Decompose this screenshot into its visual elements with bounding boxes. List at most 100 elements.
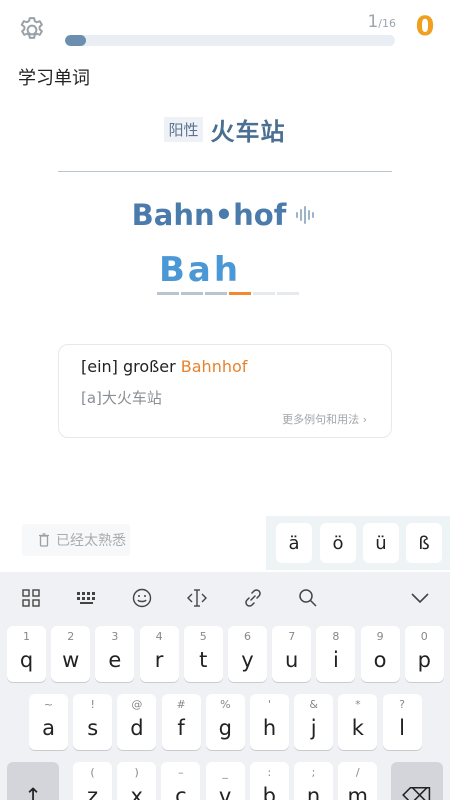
key-label: j	[310, 716, 317, 740]
progress-bar	[65, 35, 395, 46]
shift-key-label: ↑	[24, 784, 42, 800]
key-label: m	[347, 784, 368, 800]
word-meaning-row: 阳性 火车站	[0, 112, 450, 147]
key-hint: !	[90, 698, 95, 711]
key-g[interactable]: % g	[205, 694, 245, 750]
key-x[interactable]: ) x	[117, 762, 157, 800]
eszett-key[interactable]: ß	[406, 523, 442, 563]
key-hint: )	[134, 766, 139, 779]
key-w[interactable]: 2w	[51, 626, 91, 682]
example-translation: [a]大火车站	[81, 389, 162, 407]
key-r[interactable]: 4r	[139, 626, 179, 682]
key-j[interactable]: & j	[294, 694, 334, 750]
key-a[interactable]: ~ a	[29, 694, 68, 750]
umlaut-key-o[interactable]: ö	[320, 523, 356, 563]
key-i[interactable]: 8i	[316, 626, 356, 682]
trash-icon	[39, 533, 49, 547]
key-s[interactable]: ! s	[73, 694, 113, 750]
key-hint: (	[90, 766, 95, 779]
key-v[interactable]: _ v	[205, 762, 245, 800]
key-hint: 9	[376, 630, 384, 643]
divider	[58, 171, 392, 172]
key-c[interactable]: – c	[161, 762, 201, 800]
word-syllables: Bahn•hof	[131, 198, 287, 232]
key-t[interactable]: 5t	[183, 626, 223, 682]
keyboard-icon[interactable]	[75, 586, 99, 610]
key-label: t	[199, 648, 208, 672]
letter-slot	[181, 292, 203, 295]
already-familiar-label: 已经太熟悉	[56, 533, 126, 549]
key-n[interactable]: ; n	[294, 762, 333, 800]
key-hint: &	[309, 698, 318, 711]
key-label: p	[417, 648, 431, 672]
more-examples-link[interactable]: 更多例句和用法 ›	[282, 411, 367, 427]
example-card[interactable]: [ein] großer Bahnhof [a]大火车站 更多例句和用法 ›	[58, 344, 392, 438]
grid-icon[interactable]	[19, 586, 43, 610]
search-icon[interactable]	[296, 586, 320, 610]
key-l[interactable]: ? l	[382, 694, 422, 750]
key-label: l	[399, 716, 406, 740]
key-k[interactable]: * k	[338, 694, 378, 750]
key-label: c	[175, 784, 187, 800]
key-label: v	[218, 784, 232, 800]
key-u[interactable]: 7u	[272, 626, 312, 682]
key-hint: ;	[311, 766, 316, 779]
key-label: g	[218, 716, 232, 740]
progress-fill	[65, 35, 86, 46]
key-hint: @	[131, 698, 143, 711]
key-label: d	[130, 716, 144, 740]
key-y[interactable]: 6y	[228, 626, 267, 682]
link-icon[interactable]	[241, 586, 265, 610]
key-hint: 4	[155, 630, 163, 643]
shift-key[interactable]: ↑	[7, 762, 59, 800]
key-z[interactable]: (z	[73, 762, 112, 800]
word-meaning: 火车站	[210, 118, 286, 146]
key-hint: :	[267, 766, 272, 779]
key-label: z	[86, 784, 99, 800]
key-label: h	[262, 716, 277, 740]
key-hint: 7	[288, 630, 296, 643]
key-m[interactable]: / m	[338, 762, 378, 800]
key-b[interactable]: :b	[249, 762, 289, 800]
key-h[interactable]: ' h	[250, 694, 289, 750]
key-q[interactable]: 1q	[7, 626, 46, 682]
key-label: e	[108, 648, 122, 672]
key-p[interactable]: 0p	[404, 626, 444, 682]
key-hint: 6	[244, 630, 251, 643]
typed-answer[interactable]: Bah	[159, 250, 241, 290]
key-hint: –	[178, 766, 184, 779]
settings-gear-icon[interactable]	[17, 15, 47, 45]
key-hint: 5	[199, 630, 207, 643]
key-label: u	[285, 648, 299, 672]
backspace-key[interactable]: ⌫	[391, 762, 443, 800]
key-label: x	[130, 784, 143, 800]
key-hint: %	[220, 698, 231, 711]
key-label: o	[373, 648, 387, 672]
keyboard: 1 q 2 w 3 e 4 r 5 t 6 y 7 u 8 i 9 o 0 p ~ a! s @ d # f% g ' h & j * k? l(z…	[0, 572, 450, 800]
key-label: f	[177, 716, 185, 740]
backspace-key-label: ⌫	[402, 784, 432, 800]
progress-total: /16	[378, 17, 396, 30]
umlaut-key-u[interactable]: ü	[363, 523, 399, 563]
key-f[interactable]: # f	[161, 694, 201, 750]
score-counter: 0	[415, 11, 435, 42]
key-label: k	[351, 716, 364, 740]
key-label: r	[154, 648, 164, 672]
cursor-icon[interactable]	[185, 586, 209, 610]
letter-slot	[253, 292, 275, 295]
section-title: 学习单词	[18, 68, 90, 89]
key-label: n	[306, 784, 321, 800]
letter-slot	[277, 292, 299, 295]
word-syllables-row: Bahn•hof	[0, 198, 450, 232]
audio-wave-icon[interactable]	[294, 204, 318, 226]
key-hint: ~	[43, 698, 54, 711]
key-label: i	[332, 648, 339, 672]
already-familiar-button[interactable]: 已经太熟悉	[22, 524, 130, 556]
progress-current: 1	[367, 12, 379, 32]
key-d[interactable]: @ d	[117, 694, 157, 750]
key-e[interactable]: 3e	[95, 626, 135, 682]
umlaut-key-a[interactable]: ä	[276, 523, 312, 563]
emoji-icon[interactable]	[130, 586, 154, 610]
collapse-keyboard-icon[interactable]	[408, 586, 432, 610]
key-o[interactable]: 9o	[360, 626, 400, 682]
